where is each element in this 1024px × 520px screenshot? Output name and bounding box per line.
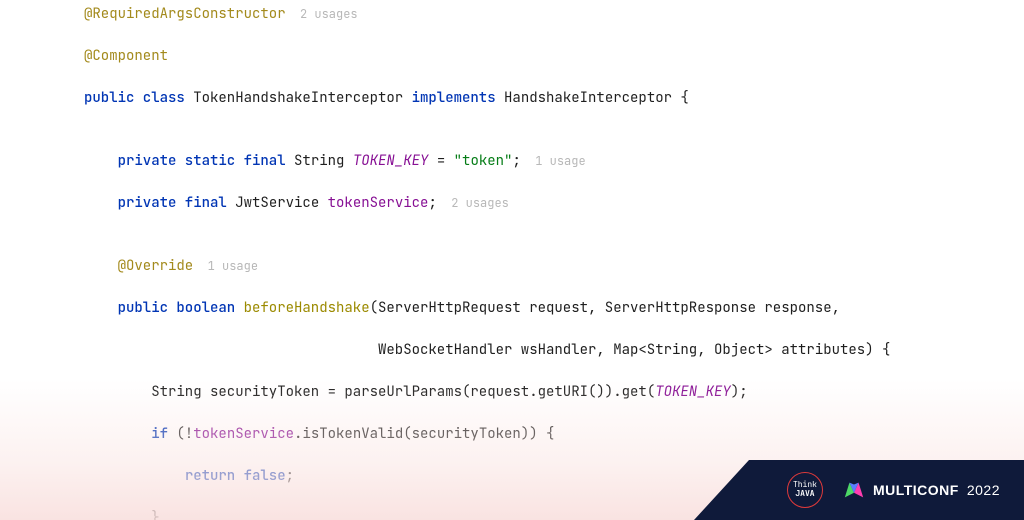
code-line[interactable]: if (!tokenService.isTokenValid(securityT… — [84, 424, 1024, 445]
code-token: ); — [731, 383, 748, 401]
code-token: String — [294, 152, 353, 170]
code-token: tokenService — [328, 194, 429, 212]
code-token: = — [428, 152, 453, 170]
code-token: WebSocketHandler wsHandler, Map<String, … — [84, 341, 890, 359]
code-token: 2 usages — [286, 6, 358, 22]
code-token: 1 usage — [521, 153, 586, 169]
code-line[interactable]: @Component — [84, 46, 1024, 67]
code-token: 1 usage — [193, 258, 258, 274]
think-java-logo: Think JAVA — [787, 472, 823, 508]
multiconf-logo-block: MULTICONF 2022 — [843, 479, 1000, 501]
code-token: ; — [428, 194, 436, 212]
think-java-circle-icon: Think JAVA — [787, 472, 823, 508]
code-token: TOKEN_KEY — [353, 152, 429, 170]
code-token: implements — [412, 89, 504, 107]
think-java-bottom-text: JAVA — [795, 490, 814, 499]
code-token: (! — [176, 425, 193, 443]
code-token: JwtService — [235, 194, 327, 212]
code-token: (ServerHttpRequest request, ServerHttpRe… — [370, 299, 840, 317]
code-token: .isTokenValid(securityToken)) { — [294, 425, 554, 443]
code-line[interactable]: public class TokenHandshakeInterceptor i… — [84, 88, 1024, 109]
multiconf-label: MULTICONF — [873, 480, 959, 501]
code-token: @RequiredArgsConstructor — [84, 5, 286, 23]
code-token: HandshakeInterceptor { — [504, 89, 689, 107]
code-token: TokenHandshakeInterceptor — [193, 89, 411, 107]
code-token: } — [151, 509, 159, 520]
code-line[interactable]: String securityToken = parseUrlParams(re… — [84, 382, 1024, 403]
code-token: private static final — [118, 152, 294, 170]
code-token: public class — [84, 89, 193, 107]
code-token: @Component — [84, 47, 168, 65]
code-line[interactable]: WebSocketHandler wsHandler, Map<String, … — [84, 340, 1024, 361]
code-token: beforeHandshake — [244, 299, 370, 317]
code-line[interactable]: private static final String TOKEN_KEY = … — [84, 151, 1024, 172]
code-token: if — [151, 425, 176, 443]
code-token: private final — [118, 194, 236, 212]
code-editor-viewport[interactable]: @RequiredArgsConstructor 2 usages @Compo… — [0, 0, 1024, 520]
code-token: 2 usages — [437, 195, 509, 211]
code-line[interactable]: @RequiredArgsConstructor 2 usages — [84, 4, 1024, 25]
code-token: "token" — [454, 152, 513, 170]
code-token: ; — [286, 467, 294, 485]
code-token: public boolean — [118, 299, 244, 317]
code-token: ; — [512, 152, 520, 170]
conference-footer: Think JAVA MULTICONF 2022 — [694, 460, 1024, 520]
code-token: @Override — [118, 257, 194, 275]
code-token: String securityToken = parseUrlParams(re… — [151, 383, 655, 401]
code-line[interactable]: @Override 1 usage — [84, 256, 1024, 277]
multiconf-year: 2022 — [967, 480, 1000, 501]
code-line[interactable]: public boolean beforeHandshake(ServerHtt… — [84, 298, 1024, 319]
code-token: tokenService — [193, 425, 294, 443]
code-line[interactable]: private final JwtService tokenService; 2… — [84, 193, 1024, 214]
code-token: return false — [185, 467, 286, 485]
code-token: TOKEN_KEY — [655, 383, 731, 401]
multiconf-m-icon — [843, 479, 865, 501]
